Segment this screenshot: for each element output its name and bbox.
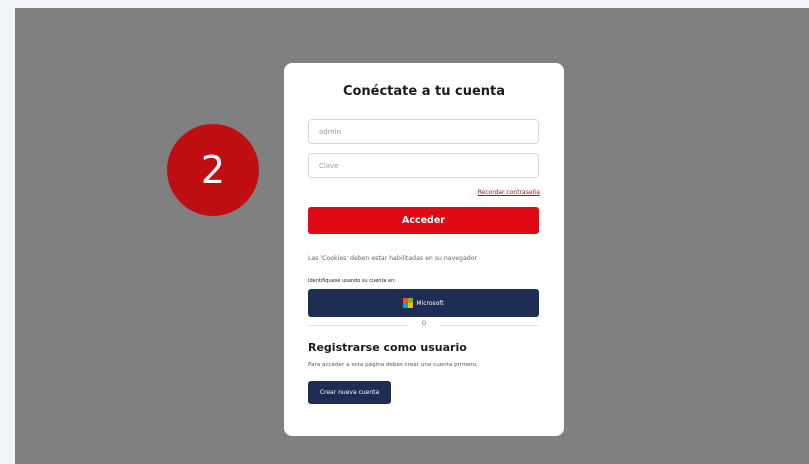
login-button[interactable]: Acceder [308, 207, 539, 234]
identify-label: Identifíquese usando su cuenta en: [308, 278, 396, 284]
register-title: Registrarse como usuario [308, 341, 467, 354]
divider-right [440, 325, 539, 326]
microsoft-label: Microsoft [416, 299, 444, 307]
username-field[interactable] [308, 119, 539, 144]
microsoft-logo-icon [403, 298, 414, 308]
login-title: Conéctate a tu cuenta [342, 84, 506, 99]
microsoft-login-button[interactable]: Microsoft [308, 289, 539, 317]
register-description: Para acceder a esta página debes crear u… [308, 362, 478, 368]
forgot-password-link[interactable]: Recordar contraseña [478, 189, 540, 196]
login-card: Conéctate a tu cuenta Recordar contraseñ… [284, 63, 564, 436]
divider-left [308, 325, 408, 326]
step-number-badge: 2 [167, 124, 259, 216]
divider-or: O [421, 320, 427, 327]
password-field[interactable] [308, 153, 539, 178]
cookies-note: Las 'Cookies' deben estar habilitadas en… [308, 255, 478, 262]
create-account-button[interactable]: Crear nueva cuenta [308, 381, 391, 404]
step-number: 2 [200, 148, 226, 192]
